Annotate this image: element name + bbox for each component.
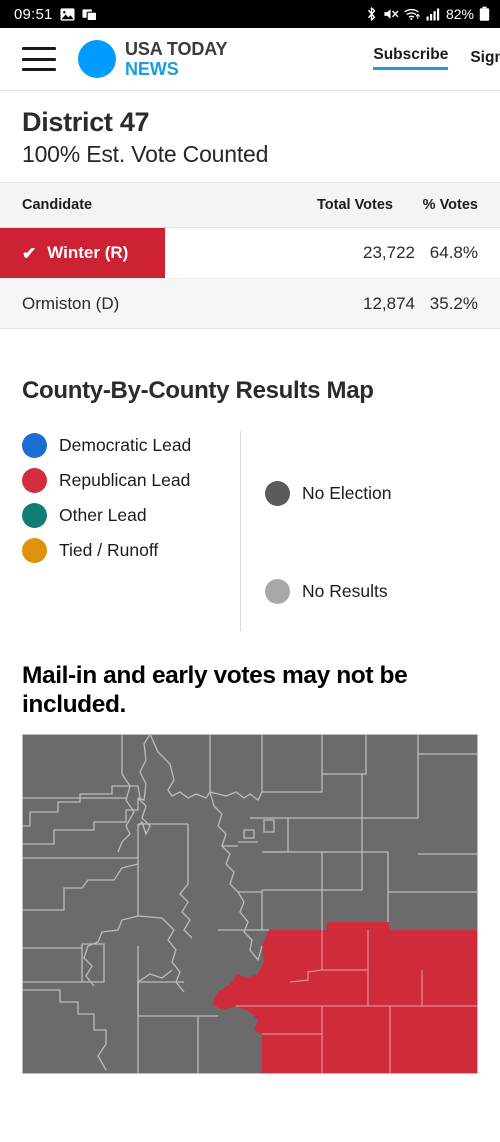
candidate-name: Ormiston (D) (22, 293, 120, 313)
legend-label: Other Lead (59, 505, 147, 526)
legend-item-other: Other Lead (22, 503, 240, 528)
cellular-signal-icon (426, 8, 440, 21)
wifi-icon (404, 8, 420, 21)
status-bar: 09:51 82% (0, 0, 500, 28)
status-bar-left: 09:51 (14, 6, 97, 23)
header-actions: Subscribe Sign In (373, 46, 500, 70)
legend-column-left: Democratic Lead Republican Lead Other Le… (22, 431, 240, 631)
brand-wordmark: USA TODAY NEWS (125, 39, 228, 79)
legend-label: No Results (302, 581, 388, 602)
legend-item-no-election: No Election (265, 481, 478, 506)
candidate-cell: ✔ Winter (R) (0, 228, 295, 278)
multi-window-icon (82, 8, 97, 21)
legend-item-no-results: No Results (265, 579, 478, 604)
colorado-county-map[interactable] (22, 733, 478, 1074)
bluetooth-icon (367, 7, 376, 21)
legend-dot-other-icon (22, 503, 47, 528)
page-title: District 47 (22, 107, 150, 137)
legend-dot-tied-icon (22, 538, 47, 563)
column-header-pct-votes: % Votes (422, 197, 478, 213)
sign-in-button[interactable]: Sign In (470, 49, 500, 67)
usa-today-logo[interactable]: USA TODAY NEWS (78, 39, 228, 79)
legend-item-republican: Republican Lead (22, 468, 240, 493)
status-clock: 09:51 (14, 5, 53, 23)
legend-item-tied: Tied / Runoff (22, 538, 240, 563)
legend-dot-no-election-icon (265, 481, 290, 506)
legend-label: No Election (302, 483, 392, 504)
race-header: District 47 100% Est. Vote Counted (0, 91, 500, 182)
total-votes-cell: 23,722 (363, 243, 415, 262)
subscribe-button[interactable]: Subscribe (373, 46, 449, 70)
column-header-total-votes: Total Votes (317, 197, 393, 213)
candidate-name: Winter (R) (47, 243, 129, 262)
winner-badge: ✔ Winter (R) (0, 228, 165, 278)
table-header-row: Candidate Total Votes % Votes (0, 182, 500, 228)
legend-column-right: No Election No Results (241, 431, 478, 631)
site-header: USA TODAY NEWS Subscribe Sign In (0, 28, 500, 90)
brand-section: NEWS (125, 59, 179, 79)
legend-dot-no-results-icon (265, 579, 290, 604)
battery-icon (479, 6, 490, 21)
legend-dot-democratic-icon (22, 433, 47, 458)
volume-mute-icon (384, 9, 399, 19)
map-heading: County-By-County Results Map (22, 377, 374, 404)
candidate-cell: Ormiston (D) (0, 279, 295, 328)
legend-item-democratic: Democratic Lead (22, 433, 240, 458)
column-header-candidate: Candidate (22, 197, 93, 213)
legend-label: Tied / Runoff (59, 540, 159, 561)
mail-in-notice: Mail-in and early votes may not be inclu… (22, 662, 408, 719)
pct-votes-cell: 35.2% (429, 293, 478, 313)
legend-label: Democratic Lead (59, 435, 192, 456)
check-icon: ✔ (22, 243, 37, 263)
county-map-section: County-By-County Results Map Democratic … (0, 329, 500, 1074)
hamburger-menu-icon[interactable] (22, 47, 56, 71)
table-row: ✔ Winter (R) 23,722 64.8% (0, 228, 500, 278)
battery-percent-label: 82% (445, 6, 474, 22)
vote-counted-status: 100% Est. Vote Counted (22, 141, 269, 167)
legend-dot-republican-icon (22, 468, 47, 493)
hamburger-bar (22, 68, 56, 71)
total-votes-cell: 12,874 (363, 293, 415, 313)
hamburger-bar (22, 57, 56, 61)
status-bar-right: 82% (365, 6, 490, 22)
results-table: Candidate Total Votes % Votes ✔ Winter (… (0, 182, 500, 329)
hamburger-bar (22, 47, 56, 50)
county-map-svg[interactable] (22, 733, 478, 1074)
logo-circle-icon (78, 40, 116, 78)
table-row: Ormiston (D) 12,874 35.2% (0, 278, 500, 328)
legend-label: Republican Lead (59, 470, 191, 491)
map-legend: Democratic Lead Republican Lead Other Le… (22, 431, 478, 631)
brand-name: USA TODAY (125, 39, 228, 59)
image-icon (60, 7, 75, 21)
pct-votes-cell: 64.8% (429, 243, 478, 262)
